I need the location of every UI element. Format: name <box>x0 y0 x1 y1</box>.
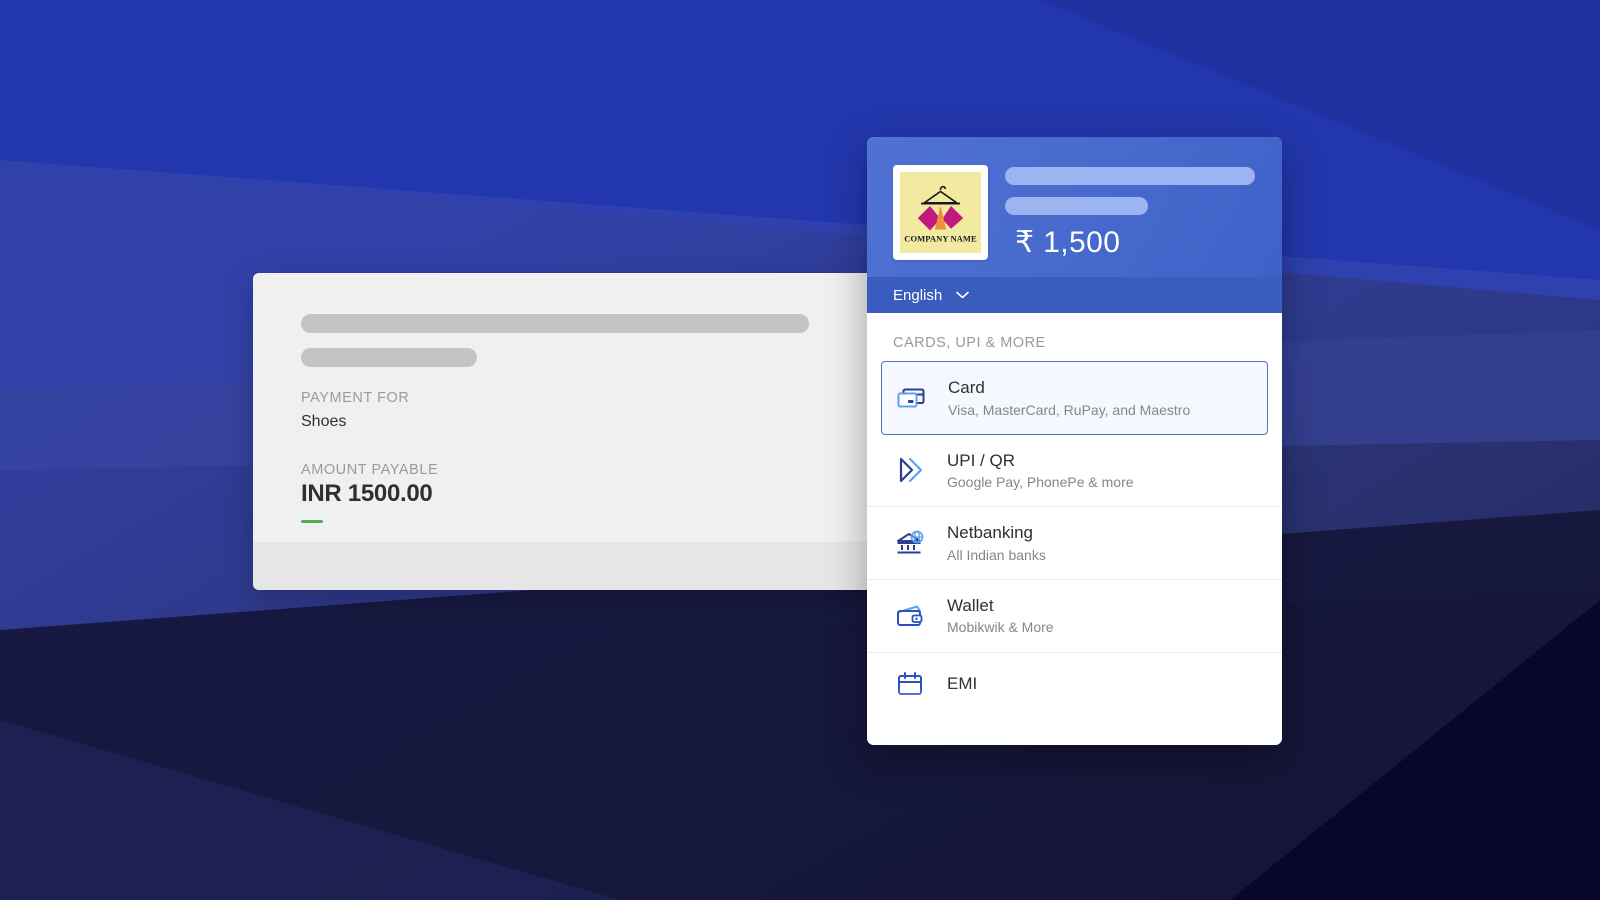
payment-methods-panel: CARDS, UPI & MORE Card Visa, MasterCard,… <box>867 313 1282 745</box>
merchant-logo: COMPANY NAME <box>893 165 988 260</box>
merchant-skeleton-bar-2 <box>301 348 477 367</box>
merchant-logo-caption: COMPANY NAME <box>904 234 977 244</box>
payment-method-upi-qr-title: UPI / QR <box>947 451 1134 471</box>
payment-method-wallet-subtitle: Mobikwik & More <box>947 619 1054 635</box>
payment-method-wallet[interactable]: Wallet Mobikwik & More <box>867 580 1282 653</box>
payment-method-card[interactable]: Card Visa, MasterCard, RuPay, and Maestr… <box>881 361 1268 435</box>
language-selector-label: English <box>893 287 942 304</box>
payment-method-emi-title: EMI <box>947 674 977 694</box>
payment-methods-list: Card Visa, MasterCard, RuPay, and Maestr… <box>867 361 1282 715</box>
payment-method-upi-qr-subtitle: Google Pay, PhonePe & more <box>947 474 1134 490</box>
language-selector[interactable]: English <box>867 277 1282 313</box>
calendar-icon <box>893 669 927 699</box>
amount-payable-value: INR 1500.00 <box>301 480 432 508</box>
payment-for-label: PAYMENT FOR <box>301 390 409 406</box>
payment-methods-section-header: CARDS, UPI & MORE <box>867 313 1282 361</box>
payment-method-card-title: Card <box>948 378 1190 398</box>
header-amount: ₹ 1,500 <box>1015 225 1120 260</box>
payment-method-emi-text: EMI <box>947 674 977 694</box>
upi-icon <box>893 455 927 485</box>
checkout-modal: COMPANY NAME ₹ 1,500 English CARDS, UPI … <box>867 137 1282 745</box>
amount-payable-label: AMOUNT PAYABLE <box>301 462 438 478</box>
payment-method-card-text: Card Visa, MasterCard, RuPay, and Maestr… <box>948 378 1190 418</box>
checkout-header: COMPANY NAME ₹ 1,500 <box>867 137 1282 277</box>
card-icon <box>894 383 928 413</box>
wallet-icon <box>893 601 927 631</box>
payment-method-netbanking[interactable]: Netbanking All Indian banks <box>867 507 1282 580</box>
header-skeleton-bar-1 <box>1005 167 1255 185</box>
payment-method-netbanking-title: Netbanking <box>947 523 1046 543</box>
payment-for-value: Shoes <box>301 413 346 431</box>
merchant-skeleton-bar-1 <box>301 314 809 333</box>
merchant-logo-art: COMPANY NAME <box>900 172 981 253</box>
payment-method-netbanking-subtitle: All Indian banks <box>947 547 1046 563</box>
amount-accent-underline <box>301 520 323 523</box>
payment-method-emi[interactable]: EMI <box>867 653 1282 715</box>
chevron-down-icon <box>956 291 969 299</box>
payment-method-netbanking-text: Netbanking All Indian banks <box>947 523 1046 563</box>
payment-method-wallet-title: Wallet <box>947 596 1054 616</box>
payment-method-card-subtitle: Visa, MasterCard, RuPay, and Maestro <box>948 402 1190 418</box>
payment-method-upi-qr-text: UPI / QR Google Pay, PhonePe & more <box>947 451 1134 491</box>
header-skeleton-bar-2 <box>1005 197 1148 215</box>
payment-method-wallet-text: Wallet Mobikwik & More <box>947 596 1054 636</box>
payment-method-upi-qr[interactable]: UPI / QR Google Pay, PhonePe & more <box>867 435 1282 508</box>
netbanking-icon <box>893 528 927 558</box>
